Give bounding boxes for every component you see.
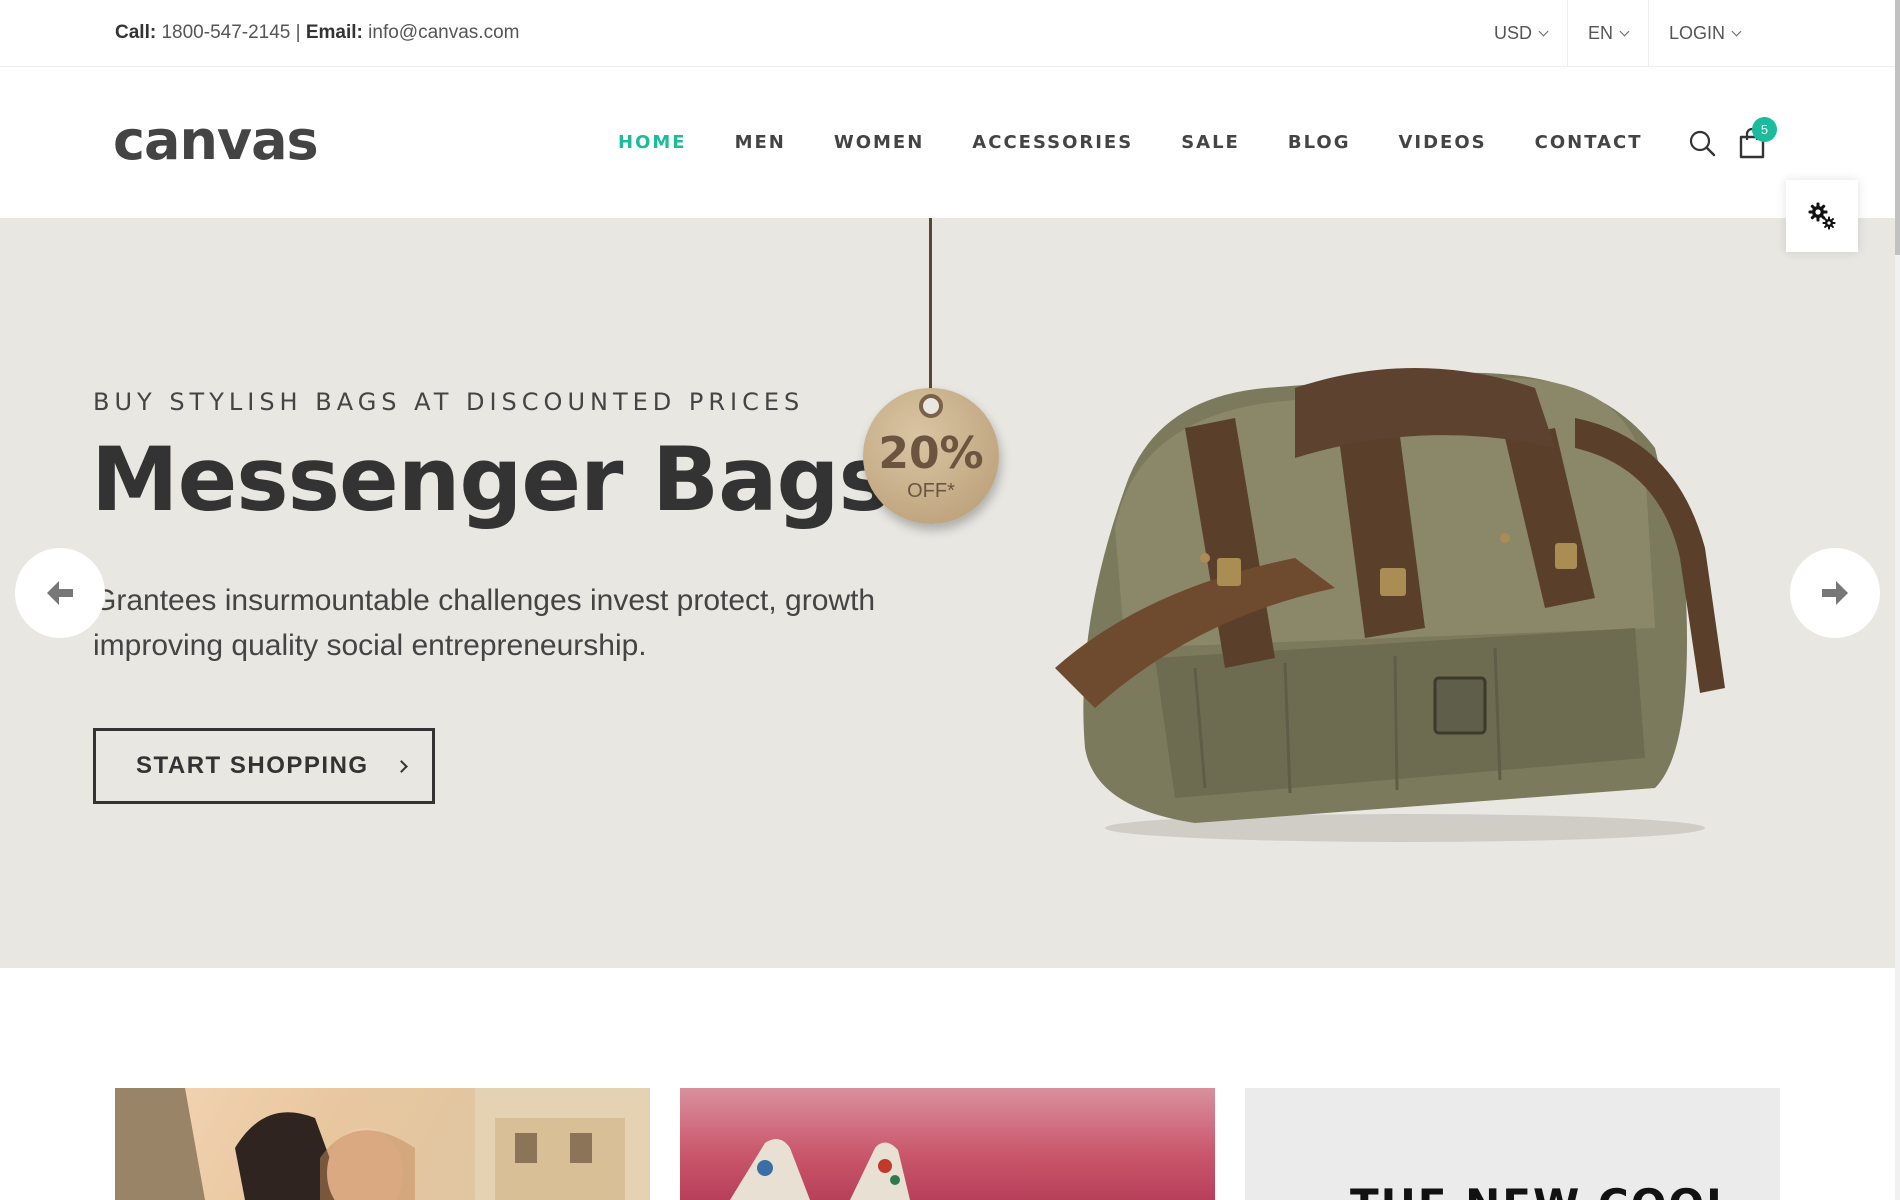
- login-dropdown[interactable]: LOGIN: [1647, 0, 1760, 66]
- nav-item-accessories[interactable]: ACCESSORIES: [972, 132, 1133, 153]
- promo-card-heading: THE NEW COOL: [1350, 1180, 1735, 1200]
- hero-subtitle: BUY STYLISH BAGS AT DISCOUNTED PRICES: [93, 388, 805, 416]
- promo-image-shoes: [730, 1139, 910, 1200]
- arrow-left-icon: [47, 581, 73, 605]
- nav-item-videos[interactable]: VIDEOS: [1398, 132, 1486, 153]
- discount-tag: 20% OFF*: [863, 388, 999, 524]
- discount-percent: 20%: [878, 428, 984, 479]
- start-shopping-label: START SHOPPING: [136, 752, 369, 779]
- promo-card-new-cool[interactable]: THE NEW COOL: [1245, 1088, 1780, 1200]
- chevron-down-icon: [1538, 26, 1549, 36]
- nav-item-home[interactable]: HOME: [618, 132, 687, 153]
- messenger-bag-image: [1055, 368, 1725, 842]
- currency-label: USD: [1493, 22, 1532, 43]
- cart-count-badge: 5: [1752, 117, 1777, 142]
- start-shopping-button[interactable]: START SHOPPING: [93, 728, 435, 804]
- promo-card-shoes[interactable]: [680, 1088, 1215, 1200]
- arrow-right-icon: [1822, 581, 1848, 605]
- currency-dropdown[interactable]: USD: [1474, 0, 1567, 66]
- search-icon[interactable]: [1688, 129, 1716, 157]
- hero-title: Messenger Bags: [91, 428, 891, 531]
- gear-icon: [1808, 202, 1836, 230]
- email-label: Email:: [305, 22, 363, 43]
- main-header: canvas HOME MEN WOMEN ACCESSORIES SALE B…: [0, 67, 1895, 218]
- nav-item-contact[interactable]: CONTACT: [1535, 132, 1643, 153]
- contact-info: Call: 1800-547-2145 | Email: info@canvas…: [115, 22, 519, 44]
- main-nav: HOME MEN WOMEN ACCESSORIES SALE BLOG VID…: [618, 67, 1691, 218]
- tag-string: [929, 218, 932, 408]
- language-dropdown[interactable]: EN: [1566, 0, 1648, 66]
- nav-item-sale[interactable]: SALE: [1181, 132, 1240, 153]
- style-switcher-button[interactable]: [1786, 180, 1858, 252]
- slider-next-button[interactable]: [1790, 548, 1880, 638]
- call-label: Call:: [115, 22, 157, 43]
- slider-prev-button[interactable]: [15, 548, 105, 638]
- page-scrollbar-thumb[interactable]: [1895, 0, 1900, 255]
- chevron-down-icon: [1619, 26, 1630, 36]
- top-bar: Call: 1800-547-2145 | Email: info@canvas…: [0, 0, 1895, 67]
- contact-separator: |: [295, 22, 301, 43]
- tag-hole: [919, 394, 943, 418]
- site-logo[interactable]: canvas: [113, 109, 319, 172]
- promo-card-women[interactable]: [115, 1088, 650, 1200]
- hero-slider: BUY STYLISH BAGS AT DISCOUNTED PRICES Me…: [0, 218, 1895, 968]
- hero-description: Grantees insurmountable challenges inves…: [93, 584, 876, 662]
- nav-item-blog[interactable]: BLOG: [1288, 132, 1351, 153]
- language-label: EN: [1587, 22, 1613, 43]
- topbar-menus: USD EN LOGIN: [1474, 0, 1760, 66]
- nav-item-women[interactable]: WOMEN: [834, 132, 924, 153]
- chevron-right-icon: [394, 759, 408, 773]
- nav-item-men[interactable]: MEN: [735, 132, 786, 153]
- phone-number[interactable]: 1800-547-2145: [161, 22, 290, 43]
- promo-cards: THE NEW COOL: [0, 1088, 1895, 1200]
- promo-image-woman: [115, 1088, 650, 1200]
- discount-off-label: OFF*: [907, 480, 955, 502]
- login-label: LOGIN: [1668, 22, 1725, 43]
- chevron-down-icon: [1731, 26, 1742, 36]
- email-address[interactable]: info@canvas.com: [368, 22, 519, 43]
